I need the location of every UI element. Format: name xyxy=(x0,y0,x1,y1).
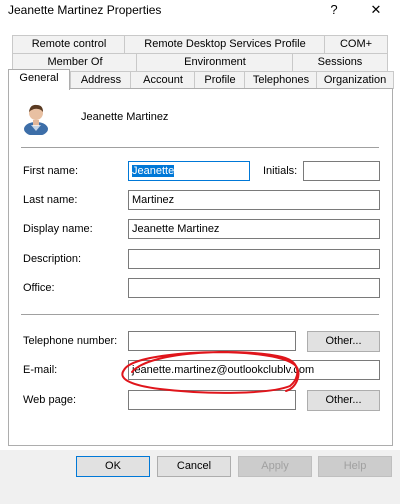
telephone-field[interactable] xyxy=(128,331,296,351)
office-label: Office: xyxy=(23,282,55,294)
tab-profile[interactable]: Profile xyxy=(194,71,246,89)
separator xyxy=(21,314,379,315)
display-name-field[interactable]: Jeanette Martinez xyxy=(128,219,380,239)
web-page-field[interactable] xyxy=(128,390,296,410)
email-field[interactable]: jeanette.martinez@outlookclublv.com xyxy=(128,360,380,380)
tab-row-1: Remote control Remote Desktop Services P… xyxy=(8,35,392,53)
telephone-label: Telephone number: xyxy=(23,335,118,347)
separator xyxy=(21,147,379,148)
tab-remote-desktop-services-profile[interactable]: Remote Desktop Services Profile xyxy=(124,35,326,53)
close-button[interactable]: ✕ xyxy=(360,0,392,20)
display-name-label: Display name: xyxy=(23,223,93,235)
tab-com-plus[interactable]: COM+ xyxy=(324,35,388,53)
tab-remote-control[interactable]: Remote control xyxy=(12,35,126,53)
description-field[interactable] xyxy=(128,249,380,269)
user-avatar-icon xyxy=(24,104,48,135)
first-name-label: First name: xyxy=(23,165,79,177)
ok-button[interactable]: OK xyxy=(76,456,150,477)
description-label: Description: xyxy=(23,253,82,265)
apply-button[interactable]: Apply xyxy=(238,456,312,477)
general-tab-panel: Jeanette Martinez First name: Jeanette I… xyxy=(8,88,393,446)
initials-label: Initials: xyxy=(263,165,298,177)
window-title: Jeanette Martinez Properties xyxy=(8,3,162,17)
help-button[interactable]: ? xyxy=(318,0,350,20)
tab-address[interactable]: Address xyxy=(70,71,132,89)
tab-sessions[interactable]: Sessions xyxy=(292,53,388,71)
tab-telephones[interactable]: Telephones xyxy=(244,71,318,89)
cancel-button[interactable]: Cancel xyxy=(157,456,231,477)
help-dialog-button[interactable]: Help xyxy=(318,456,392,477)
tab-general[interactable]: General xyxy=(8,69,70,90)
web-page-label: Web page: xyxy=(23,394,77,406)
user-display-name: Jeanette Martinez xyxy=(81,111,169,123)
first-name-field[interactable]: Jeanette xyxy=(128,161,250,181)
last-name-label: Last name: xyxy=(23,194,78,206)
other-web-page-button[interactable]: Other... xyxy=(307,390,380,411)
last-name-field[interactable]: Martinez xyxy=(128,190,380,210)
dialog-button-bar: OK Cancel Apply Help xyxy=(0,450,400,504)
email-label: E-mail: xyxy=(23,364,58,376)
tab-account[interactable]: Account xyxy=(130,71,196,89)
tab-organization[interactable]: Organization xyxy=(316,71,394,89)
tab-row-3: General Address Account Profile Telephon… xyxy=(8,69,394,90)
close-icon: ✕ xyxy=(370,2,382,17)
tab-environment[interactable]: Environment xyxy=(136,53,294,71)
office-field[interactable] xyxy=(128,278,380,298)
initials-field[interactable] xyxy=(303,161,380,181)
other-telephone-button[interactable]: Other... xyxy=(307,331,380,352)
